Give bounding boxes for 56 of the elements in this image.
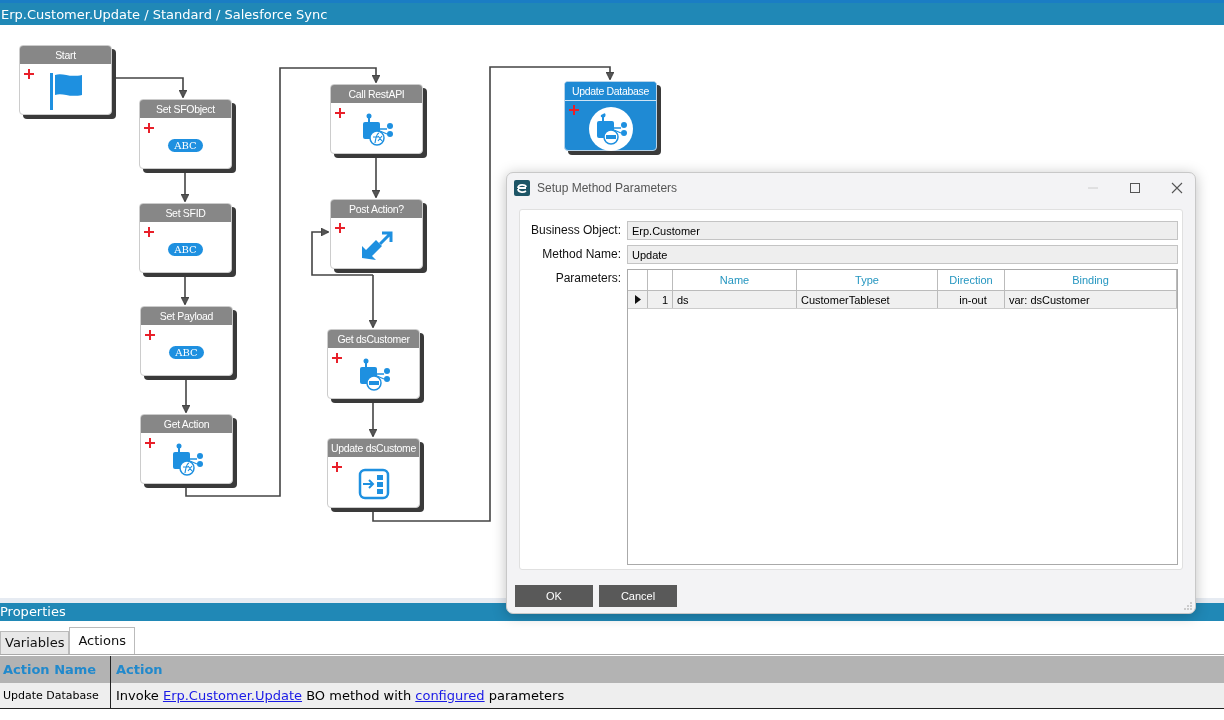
add-icon[interactable] [145,330,155,340]
add-icon[interactable] [332,462,342,472]
robot-icon [588,107,633,151]
table-cell: var: dsCustomer [1005,291,1177,308]
resize-grip-icon[interactable] [1184,602,1192,610]
column-header: Direction [938,270,1005,290]
app-logo-icon [514,180,530,196]
action-description: Invoke Erp.Customer.Update BO method with configured parameters [116,688,565,703]
flag-icon [47,71,84,111]
add-icon[interactable] [24,69,34,79]
input-field[interactable]: Update [627,245,1178,264]
dialog-button[interactable]: Cancel [599,585,677,607]
node-title: Update Database [565,82,656,101]
close-icon[interactable] [1171,182,1183,194]
field-label: Parameters: [554,270,621,287]
column-header: Type [797,270,938,290]
text-value-icon: ABC [168,138,203,152]
node-title: Get Action [141,415,232,433]
field-label: Business Object: [529,222,621,239]
add-icon[interactable] [335,223,345,233]
column-header: Name [673,270,797,290]
tab[interactable]: Variables [0,631,70,654]
node-title: Set SFObject [140,100,231,118]
link[interactable]: Erp.Customer.Update [162,688,303,703]
panel-title: Properties [0,604,66,619]
table-cell: ds [673,291,797,308]
node-title: Call RestAPI [331,85,422,103]
dialog-title: Setup Method Parameters [537,181,679,195]
node-title: Post Action? [331,200,422,218]
node-title: Update dsCustome [328,439,419,457]
column-header: Action [115,661,164,679]
input-field[interactable]: Erp.Customer [627,221,1178,240]
text-value-icon: ABC [168,242,203,256]
node-title: Get dsCustomer [328,330,419,348]
double-arrow-icon [359,230,394,260]
table-cell: in-out [938,291,1005,308]
add-icon[interactable] [332,353,342,363]
add-icon[interactable] [335,108,345,118]
table-cell: CustomerTableset [797,291,938,308]
maximize-icon[interactable] [1129,182,1141,194]
column-header: Binding [1005,270,1177,290]
node-title: Set Payload [141,307,232,325]
node-title: Start [20,46,111,64]
link[interactable]: configured [415,688,485,703]
add-icon[interactable] [144,227,154,237]
insert-list-icon [357,468,390,500]
add-icon[interactable] [145,438,155,448]
add-icon[interactable] [144,123,154,133]
text-value-icon: ABC [169,345,204,359]
window-title: Erp.Customer.Update / Standard / Salesforce Sync [0,6,328,22]
row-number: 1 [648,291,673,308]
dialog-button[interactable]: OK [515,585,593,607]
node-title: Set SFID [140,204,231,222]
field-label: Method Name: [541,246,621,263]
tab[interactable]: Actions [69,627,135,654]
table-cell: Update Database [0,683,111,708]
